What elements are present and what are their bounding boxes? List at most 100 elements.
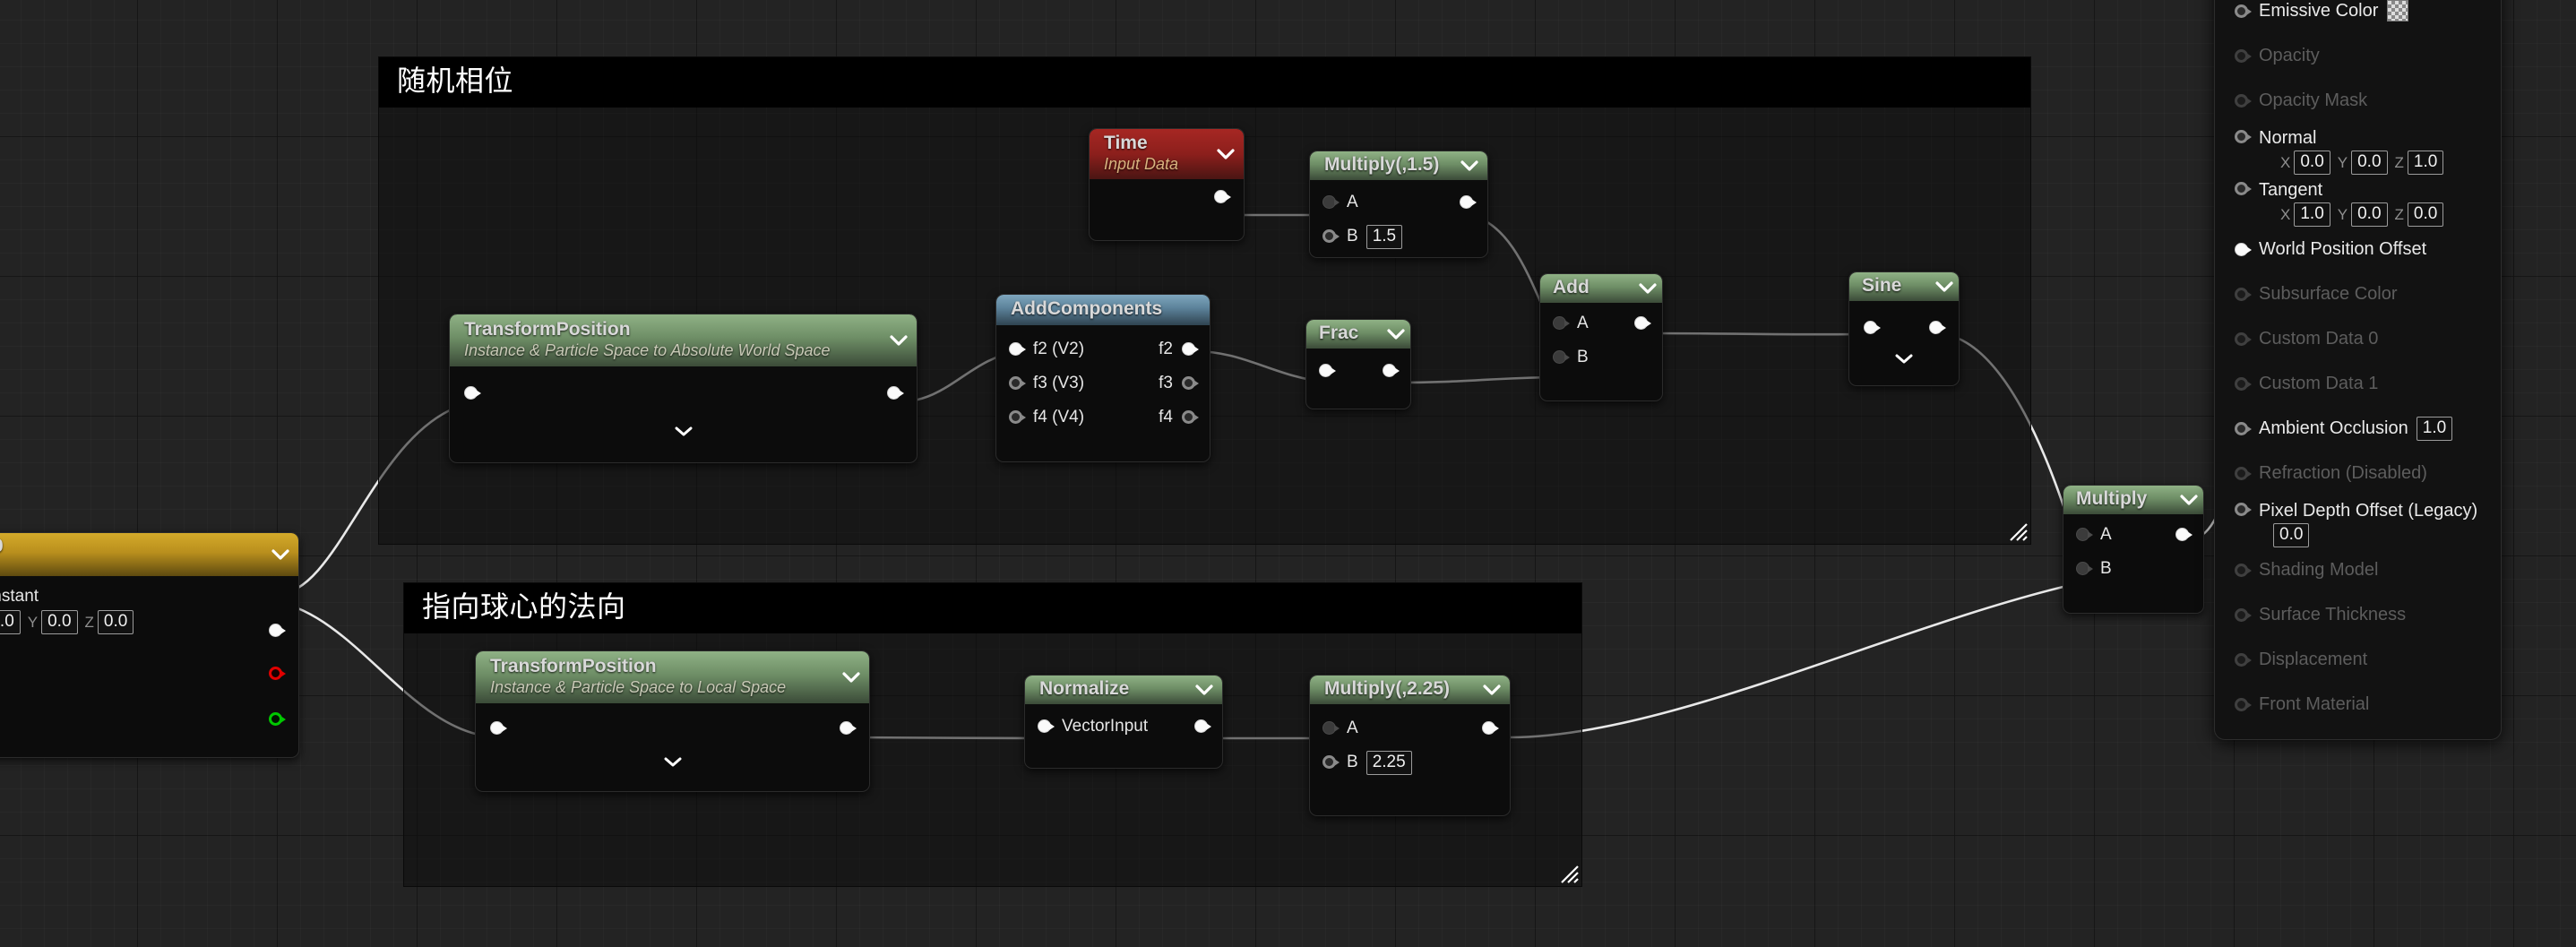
- property-row-custom-data-0[interactable]: Custom Data 0: [2215, 316, 2501, 361]
- constant-x-input[interactable]: 0.0: [0, 610, 21, 634]
- constant-output-pin-g[interactable]: [269, 712, 284, 727]
- property-value-input[interactable]: 0.0: [2273, 523, 2309, 547]
- property-row-tangent[interactable]: TangentX1.0Y0.0Z0.0: [2215, 175, 2501, 227]
- transform-world-input-pin[interactable]: [464, 386, 479, 401]
- color-swatch[interactable]: [2387, 0, 2408, 22]
- property-row-subsurface-color[interactable]: Subsurface Color: [2215, 271, 2501, 316]
- output-pin-f4[interactable]: [1182, 410, 1197, 426]
- constant-y-input[interactable]: 0.0: [41, 610, 77, 634]
- node-header[interactable]: Sine: [1849, 272, 1959, 301]
- chevron-down-icon[interactable]: [1483, 684, 1501, 696]
- property-value-input[interactable]: 1.0: [2417, 417, 2452, 441]
- property-row-opacity-mask[interactable]: Opacity Mask: [2215, 78, 2501, 123]
- normalize-input-pin[interactable]: [1038, 719, 1053, 735]
- property-pin[interactable]: [2235, 422, 2250, 437]
- node-header[interactable]: Normalize: [1025, 676, 1222, 704]
- output-pin[interactable]: [2175, 528, 2191, 543]
- chevron-down-icon[interactable]: [842, 671, 860, 684]
- property-pin[interactable]: [2235, 243, 2250, 258]
- property-row-front-material[interactable]: Front Material: [2215, 682, 2501, 727]
- node-header[interactable]: Frac: [1306, 320, 1410, 349]
- expand-chevron-icon[interactable]: [675, 426, 693, 437]
- output-pin-f3[interactable]: [1182, 376, 1197, 392]
- property-pin[interactable]: [2235, 467, 2250, 482]
- input-pin-f2[interactable]: [1009, 342, 1024, 357]
- sine-input-pin[interactable]: [1864, 321, 1879, 336]
- input-pin-a[interactable]: [2076, 528, 2091, 543]
- node-normalize[interactable]: Normalize VectorInput: [1024, 675, 1223, 769]
- chevron-down-icon[interactable]: [1217, 148, 1235, 160]
- transform-world-output-pin[interactable]: [887, 386, 902, 401]
- constant-output-pin-r[interactable]: [269, 667, 284, 682]
- output-pin[interactable]: [1482, 721, 1497, 736]
- node-header[interactable]: TransformPosition Instance & Particle Sp…: [450, 314, 917, 366]
- property-row-refraction-disabled[interactable]: Refraction (Disabled): [2215, 451, 2501, 495]
- property-row-shading-model[interactable]: Shading Model: [2215, 547, 2501, 592]
- input-pin-f4[interactable]: [1009, 410, 1024, 426]
- property-pin[interactable]: [2235, 4, 2250, 20]
- node-header[interactable]: TransformPosition Instance & Particle Sp…: [476, 651, 869, 703]
- property-x-input[interactable]: 1.0: [2294, 202, 2330, 227]
- comment-resize-handle[interactable]: [1555, 859, 1580, 884]
- frac-input-pin[interactable]: [1319, 364, 1334, 379]
- property-pin[interactable]: [2235, 288, 2250, 303]
- property-row-opacity[interactable]: Opacity: [2215, 33, 2501, 78]
- input-pin-f3[interactable]: [1009, 376, 1024, 392]
- constant-z-input[interactable]: 0.0: [98, 610, 134, 634]
- frac-output-pin[interactable]: [1383, 364, 1398, 379]
- node-header[interactable]: Multiply(,1.5): [1310, 151, 1487, 180]
- property-pin[interactable]: [2235, 564, 2250, 579]
- material-result-node-panel[interactable]: Anisotropy0.0Emissive ColorOpacityOpacit…: [2214, 0, 2502, 740]
- property-pin[interactable]: [2235, 608, 2250, 624]
- multiply-b-input[interactable]: 1.5: [1366, 225, 1402, 249]
- input-pin-a[interactable]: [1553, 316, 1568, 331]
- node-multiply-2-25[interactable]: Multiply(,2.25) A B 2.25: [1309, 675, 1511, 816]
- property-pin[interactable]: [2235, 182, 2250, 197]
- expand-chevron-icon[interactable]: [1895, 353, 1913, 365]
- output-pin[interactable]: [1460, 195, 1475, 211]
- constant-output-pin-rgb[interactable]: [269, 624, 284, 639]
- node-frac[interactable]: Frac: [1305, 319, 1411, 409]
- node-multiply-final[interactable]: Multiply A B: [2063, 485, 2204, 614]
- node-add[interactable]: Add A B: [1539, 273, 1663, 401]
- node-add-components[interactable]: AddComponents f2 (V2) f2 f3 (V3) f3 f4 (…: [995, 294, 1210, 462]
- node-transform-position-local[interactable]: TransformPosition Instance & Particle Sp…: [475, 650, 870, 792]
- property-row-emissive-color[interactable]: Emissive Color: [2215, 0, 2501, 33]
- chevron-down-icon[interactable]: [271, 548, 289, 561]
- output-pin[interactable]: [1634, 316, 1650, 331]
- node-header[interactable]: Add: [1540, 274, 1662, 303]
- node-transform-position-world[interactable]: TransformPosition Instance & Particle Sp…: [449, 314, 918, 463]
- normalize-output-pin[interactable]: [1194, 719, 1210, 735]
- chevron-down-icon[interactable]: [1460, 159, 1478, 172]
- transform-local-input-pin[interactable]: [490, 721, 505, 736]
- chevron-down-icon[interactable]: [890, 334, 908, 347]
- time-output-pin[interactable]: [1214, 190, 1229, 205]
- node-multiply-1-5[interactable]: Multiply(,1.5) A B 1.5: [1309, 151, 1488, 258]
- input-pin-b[interactable]: [1322, 229, 1338, 245]
- sine-output-pin[interactable]: [1929, 321, 1944, 336]
- property-pin[interactable]: [2235, 377, 2250, 392]
- property-z-input[interactable]: 1.0: [2408, 151, 2443, 175]
- property-row-displacement[interactable]: Displacement: [2215, 637, 2501, 682]
- chevron-down-icon[interactable]: [1639, 282, 1657, 295]
- property-row-pixel-depth-offset-legacy[interactable]: Pixel Depth Offset (Legacy)0.0: [2215, 495, 2501, 547]
- multiply-b-input[interactable]: 2.25: [1366, 751, 1412, 775]
- property-row-normal[interactable]: NormalX0.0Y0.0Z1.0: [2215, 123, 2501, 175]
- property-pin[interactable]: [2235, 698, 2250, 713]
- property-row-surface-thickness[interactable]: Surface Thickness: [2215, 592, 2501, 637]
- property-pin[interactable]: [2235, 130, 2250, 145]
- node-header[interactable]: 0,0,0: [0, 533, 298, 576]
- property-row-world-position-offset[interactable]: World Position Offset: [2215, 227, 2501, 271]
- property-pin[interactable]: [2235, 503, 2250, 518]
- property-y-input[interactable]: 0.0: [2351, 151, 2387, 175]
- property-row-custom-data-1[interactable]: Custom Data 1: [2215, 361, 2501, 406]
- input-pin-a[interactable]: [1322, 721, 1338, 736]
- property-pin[interactable]: [2235, 49, 2250, 65]
- input-pin-b[interactable]: [2076, 562, 2091, 577]
- node-time[interactable]: Time Input Data: [1089, 128, 1245, 241]
- property-z-input[interactable]: 0.0: [2408, 202, 2443, 227]
- material-graph-editor[interactable]: 随机相位 指向球心的法向 0,0,0 Const: [0, 0, 2576, 947]
- node-header[interactable]: Time Input Data: [1090, 129, 1244, 179]
- node-header[interactable]: Multiply: [2063, 486, 2203, 514]
- property-pin[interactable]: [2235, 94, 2250, 109]
